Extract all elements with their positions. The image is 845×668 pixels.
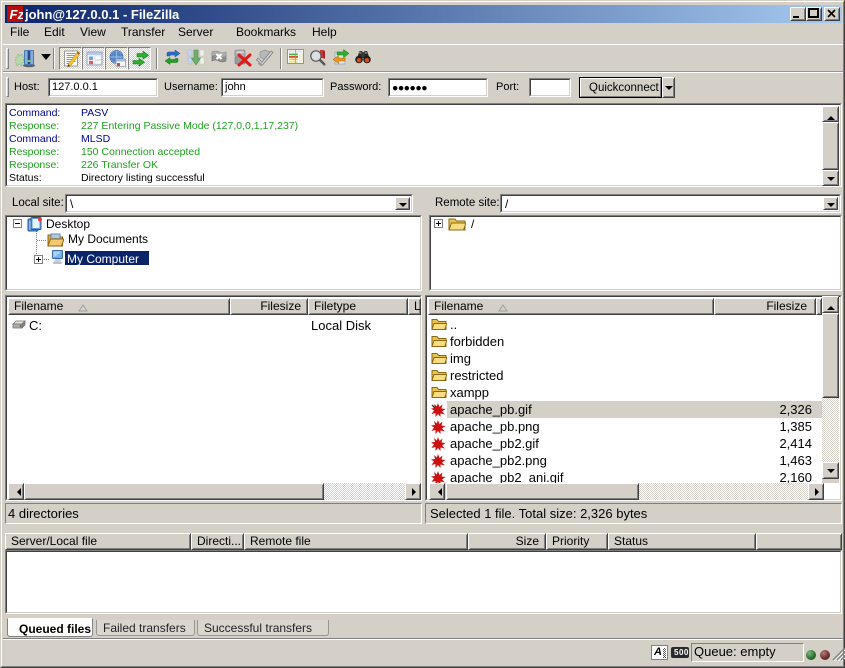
svg-text:Fz: Fz [10, 7, 24, 22]
